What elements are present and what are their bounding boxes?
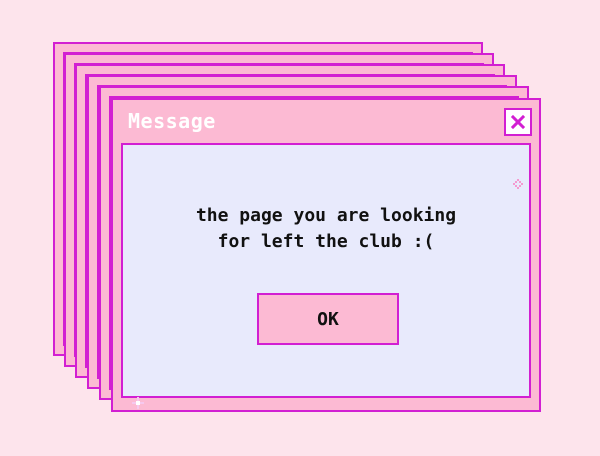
sparkle-icon (513, 179, 523, 189)
message-dialog: Message the page you are looking for lef… (111, 98, 541, 412)
message-line-2: for left the club :( (217, 231, 435, 252)
dialog-title: Message (128, 109, 216, 133)
message-line-1: the page you are looking (195, 205, 457, 226)
close-button[interactable] (504, 108, 532, 136)
close-icon (511, 115, 525, 129)
ok-button[interactable]: OK (257, 293, 399, 345)
error-message: the page you are looking for left the cl… (123, 203, 529, 255)
dialog-content: the page you are looking for left the cl… (121, 143, 531, 398)
sparkle-icon (132, 397, 144, 409)
